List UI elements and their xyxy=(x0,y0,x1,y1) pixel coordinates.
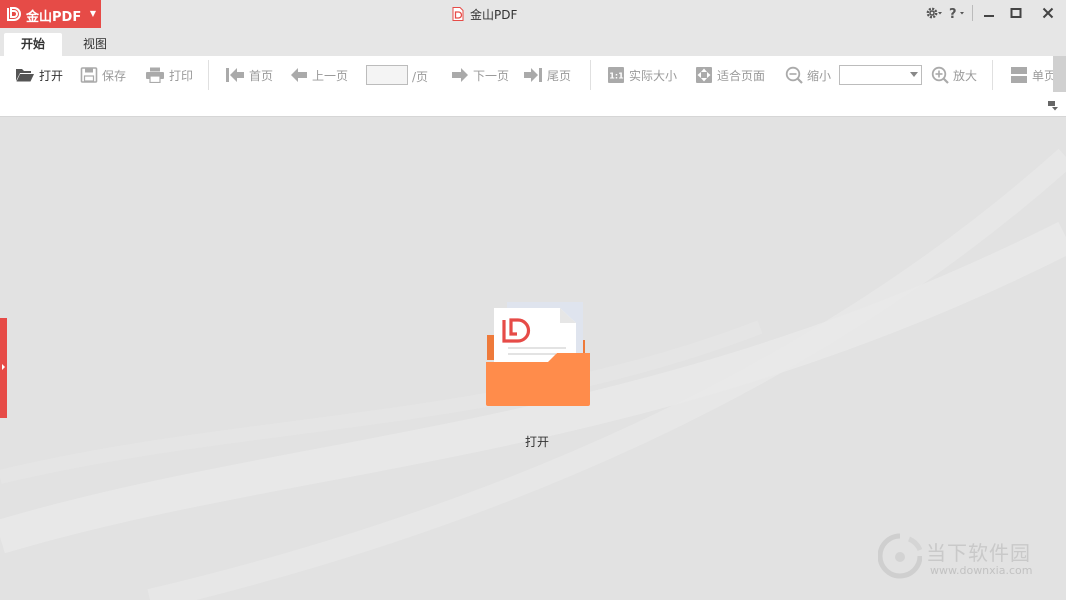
watermark-url: www.downxia.com xyxy=(930,564,1033,577)
minimize-icon xyxy=(984,15,994,17)
prev-page-button[interactable]: 上一页 xyxy=(290,64,348,86)
ribbon-toolbar: 打开 保存 打印 首页 上一页 /页 下一页 尾页 1:1 实际大小 适合页面 … xyxy=(0,56,1066,117)
close-icon xyxy=(1042,7,1054,19)
print-icon xyxy=(146,67,164,83)
single-page-button[interactable]: 单页 xyxy=(1010,64,1053,86)
prev-page-label: 上一页 xyxy=(312,68,349,83)
minimize-button[interactable] xyxy=(978,3,1000,23)
open-button-label: 打开 xyxy=(39,68,64,83)
zoom-in-button[interactable]: 放大 xyxy=(931,64,977,86)
zoom-out-icon xyxy=(785,66,803,84)
last-page-label: 尾页 xyxy=(547,68,572,83)
help-icon: ? xyxy=(949,7,964,20)
close-button[interactable] xyxy=(1037,3,1059,23)
open-file-button[interactable] xyxy=(480,300,595,410)
zoom-level-select[interactable] xyxy=(839,65,922,85)
ribbon-scroll-right[interactable] xyxy=(1053,56,1066,92)
tab-start[interactable]: 开始 xyxy=(4,33,62,56)
chevron-down-icon: ▼ xyxy=(89,9,97,18)
next-page-icon xyxy=(452,68,468,82)
ribbon-tab-bar: 开始 视图 xyxy=(0,30,1066,56)
maximize-button[interactable] xyxy=(1005,3,1027,23)
open-button[interactable]: 打开 xyxy=(15,64,63,86)
watermark-name: 当下软件园 xyxy=(926,541,1031,565)
last-page-icon xyxy=(524,68,542,82)
open-file-label: 打开 xyxy=(524,435,549,449)
zoom-out-button[interactable]: 缩小 xyxy=(785,64,831,86)
chevron-down-icon xyxy=(910,72,918,77)
title-bar: 金山PDF ▼ 金山PDF ? xyxy=(0,0,1066,30)
page-number-input[interactable] xyxy=(366,65,408,85)
window-title: 金山PDF xyxy=(452,6,517,22)
site-watermark: 当下软件园 www.downxia.com xyxy=(878,533,1058,583)
svg-text:1:1: 1:1 xyxy=(609,72,624,81)
help-button[interactable]: ? xyxy=(946,3,968,23)
gear-icon xyxy=(926,7,942,19)
app-brand-name: 金山PDF xyxy=(26,10,82,25)
first-page-button[interactable]: 首页 xyxy=(225,64,273,86)
print-button[interactable]: 打印 xyxy=(145,64,193,86)
first-page-icon xyxy=(226,68,244,82)
tab-view[interactable]: 视图 xyxy=(66,33,124,56)
pdf-file-icon xyxy=(452,7,464,21)
document-area: 打开 当下软件园 www.downxia.com xyxy=(0,117,1066,600)
print-button-label: 打印 xyxy=(169,68,194,83)
next-page-label: 下一页 xyxy=(473,68,510,83)
ribbon-collapse-icon[interactable] xyxy=(1047,100,1059,112)
fit-page-icon xyxy=(696,67,712,83)
last-page-button[interactable]: 尾页 xyxy=(523,64,571,86)
toolbar-separator xyxy=(208,60,209,90)
toolbar-separator xyxy=(590,60,591,90)
next-page-button[interactable]: 下一页 xyxy=(451,64,509,86)
folder-document-icon xyxy=(486,302,590,406)
title-separator xyxy=(972,5,973,21)
app-menu-button[interactable]: 金山PDF ▼ xyxy=(0,0,101,28)
save-button-label: 保存 xyxy=(102,68,127,83)
actual-size-label: 实际大小 xyxy=(629,68,678,83)
single-page-label: 单页 xyxy=(1032,68,1053,83)
window-title-text: 金山PDF xyxy=(470,8,518,22)
actual-size-icon: 1:1 xyxy=(608,67,624,83)
zoom-out-label: 缩小 xyxy=(807,68,832,83)
side-panel-toggle[interactable] xyxy=(0,318,7,418)
svg-text:?: ? xyxy=(949,7,957,20)
first-page-label: 首页 xyxy=(249,68,274,83)
save-icon xyxy=(80,67,98,83)
settings-button[interactable] xyxy=(922,3,946,23)
fit-page-label: 适合页面 xyxy=(717,68,766,83)
fit-page-button[interactable]: 适合页面 xyxy=(695,64,765,86)
maximize-icon xyxy=(1010,8,1022,18)
save-button[interactable]: 保存 xyxy=(80,64,126,86)
chevron-right-icon xyxy=(2,364,5,370)
prev-page-icon xyxy=(291,68,307,82)
pdf-logo-icon xyxy=(7,7,21,21)
zoom-in-label: 放大 xyxy=(953,68,978,83)
toolbar-separator xyxy=(992,60,993,90)
zoom-in-icon xyxy=(931,66,949,84)
actual-size-button[interactable]: 1:1 实际大小 xyxy=(607,64,677,86)
page-total-label: /页 xyxy=(412,70,429,84)
folder-open-icon xyxy=(16,69,34,82)
watermark-logo-icon xyxy=(878,533,922,579)
single-page-icon xyxy=(1011,67,1027,83)
